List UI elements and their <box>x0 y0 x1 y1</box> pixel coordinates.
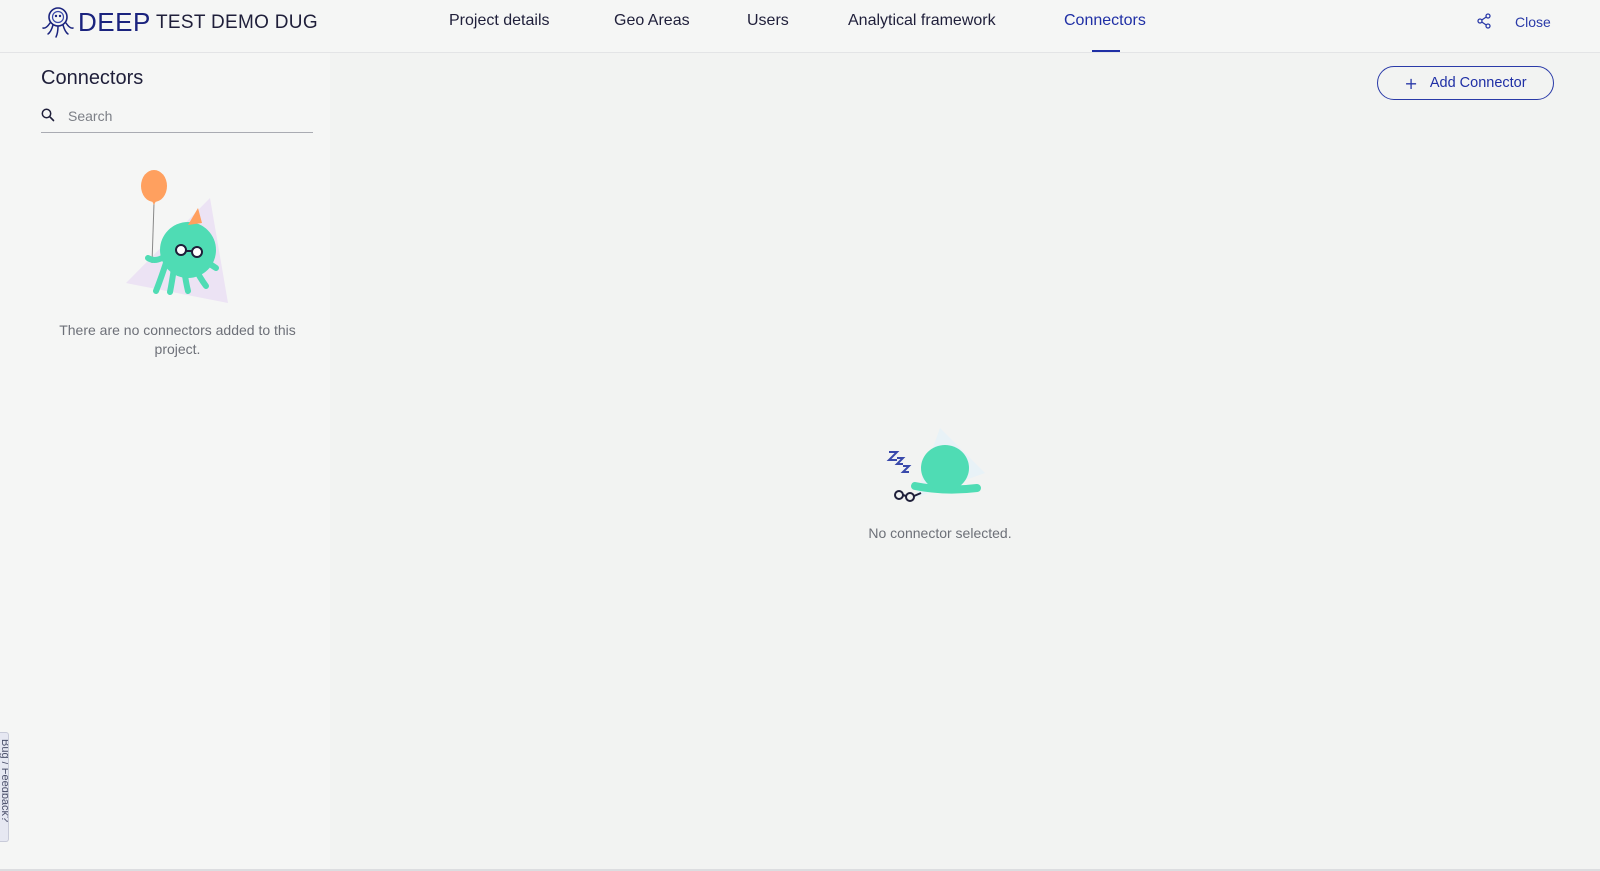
octopus-logo-icon <box>42 7 74 38</box>
party-octopus-illustration <box>126 170 228 303</box>
feedback-label: Bug / Feedback? <box>0 739 9 823</box>
active-tab-indicator <box>1092 50 1120 52</box>
tab-analytical-framework[interactable]: Analytical framework <box>848 12 996 30</box>
tab-geo-areas[interactable]: Geo Areas <box>614 12 690 30</box>
search-icon <box>41 108 55 122</box>
top-navigation-bar: DEEP TEST DEMO DUG Project details Geo A… <box>0 0 1600 53</box>
search-input[interactable] <box>68 103 308 129</box>
plus-icon: + <box>1404 73 1418 93</box>
project-name: TEST DEMO DUG <box>156 12 318 33</box>
add-connector-button[interactable]: + Add Connector <box>1377 66 1554 100</box>
add-connector-label: Add Connector <box>1429 75 1527 91</box>
brand[interactable]: DEEP <box>40 4 151 40</box>
close-button[interactable]: Close <box>1515 14 1551 30</box>
tab-users[interactable]: Users <box>747 12 789 30</box>
search-field <box>41 99 313 133</box>
tab-connectors[interactable]: Connectors <box>1064 12 1146 30</box>
sidebar-empty-message: There are no connectors added to this pr… <box>59 322 296 357</box>
share-icon[interactable] <box>1476 13 1492 29</box>
sleeping-octopus-illustration <box>886 428 985 502</box>
connector-detail-panel: + Add Connector No connector selected. <box>330 53 1600 871</box>
connectors-sidebar: Connectors There are no connectors added… <box>0 53 330 871</box>
main-empty-message: No connector selected. <box>868 525 1012 541</box>
feedback-tab[interactable]: Bug / Feedback? <box>0 732 9 842</box>
tab-project-details[interactable]: Project details <box>449 12 550 30</box>
brand-name: DEEP <box>78 6 151 37</box>
sidebar-title: Connectors <box>41 67 144 89</box>
